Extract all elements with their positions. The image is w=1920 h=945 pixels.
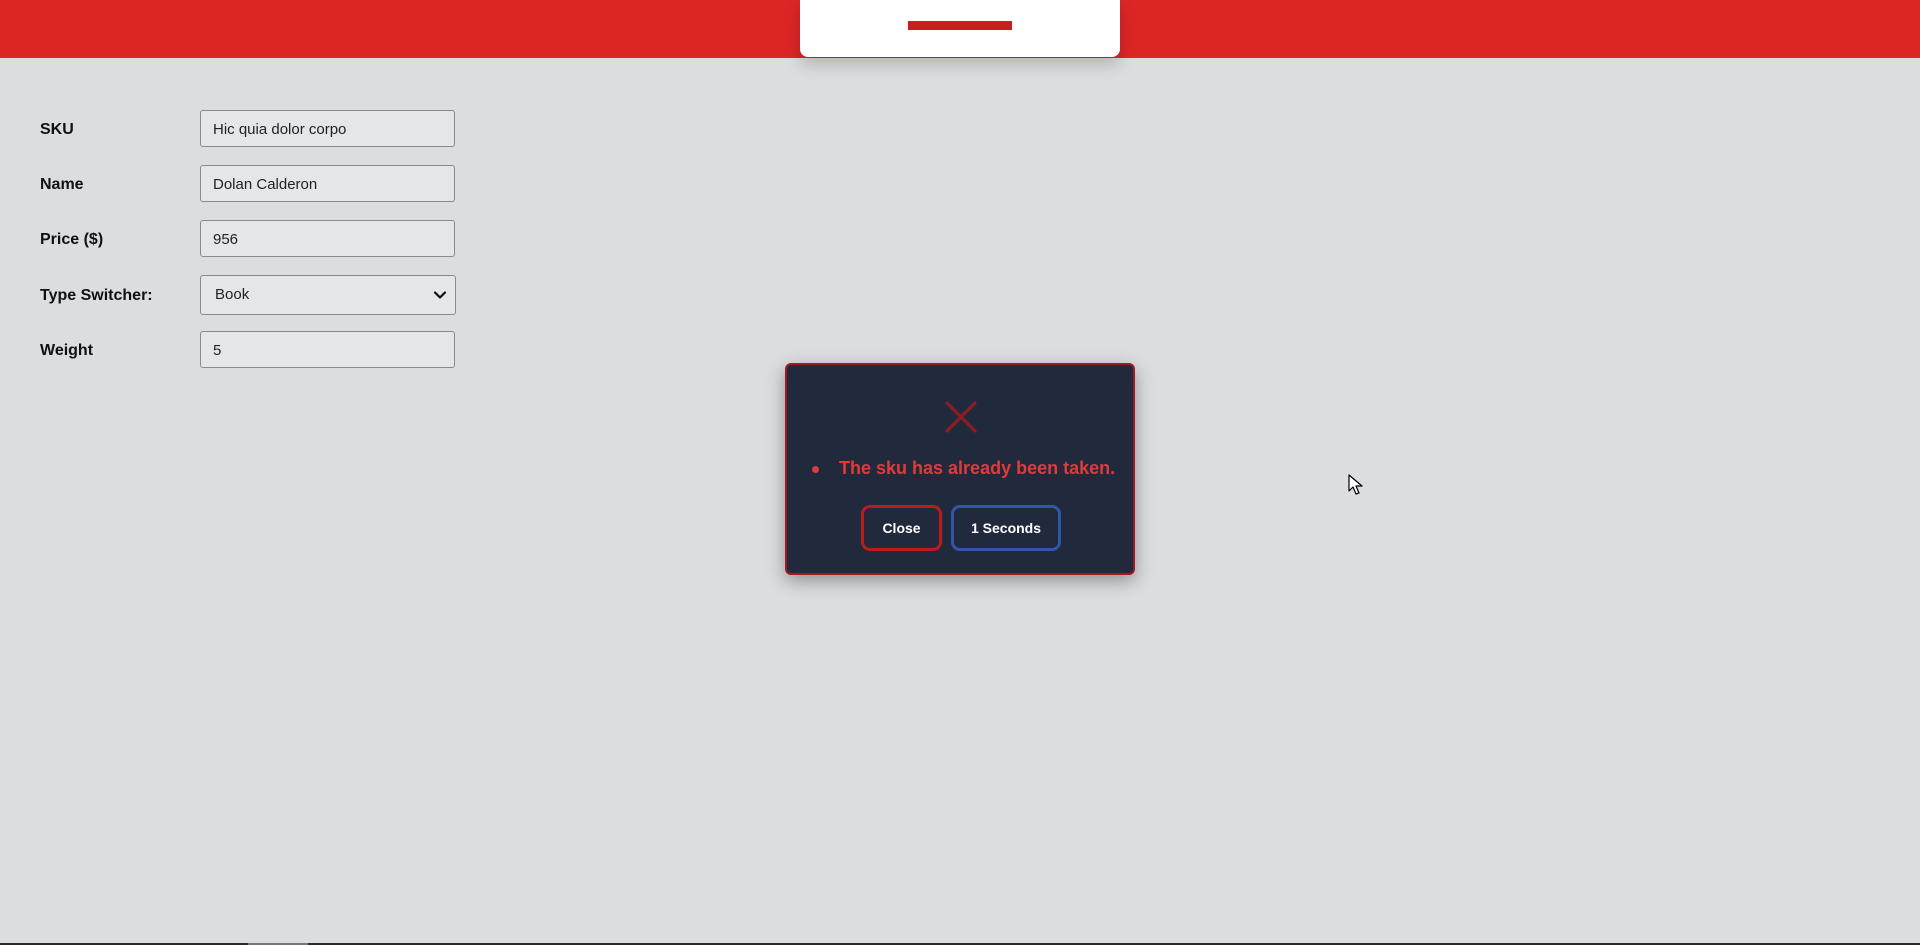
type-switcher-select[interactable]: Book: [200, 275, 456, 315]
type-switcher-label: Type Switcher:: [40, 286, 153, 304]
weight-row: Weight 5: [40, 331, 480, 370]
countdown-button[interactable]: 1 Seconds: [951, 505, 1061, 551]
mouse-cursor-icon: [1348, 474, 1363, 495]
type-switcher-value: Book: [215, 286, 250, 303]
chevron-down-icon: [433, 291, 447, 299]
name-input[interactable]: Dolan Calderon: [200, 165, 455, 202]
error-modal: The sku has already been taken. Close 1 …: [785, 363, 1135, 575]
weight-label: Weight: [40, 341, 94, 359]
type-switcher-row: Type Switcher: Book: [40, 275, 480, 316]
name-label: Name: [40, 175, 84, 193]
price-label: Price ($): [40, 230, 104, 248]
weight-input[interactable]: 5: [200, 331, 455, 368]
price-input[interactable]: 956: [200, 220, 455, 257]
header-tab-indicator: [908, 21, 1012, 30]
close-x-icon: [945, 401, 977, 433]
close-button[interactable]: Close: [861, 505, 942, 551]
error-bullet: [812, 466, 819, 473]
sku-row: SKU Hic quia dolor corpo: [40, 110, 480, 149]
sku-label: SKU: [40, 120, 74, 138]
name-row: Name Dolan Calderon: [40, 165, 480, 204]
header-tab: [800, 0, 1120, 57]
price-row: Price ($) 956: [40, 220, 480, 259]
sku-input[interactable]: Hic quia dolor corpo: [200, 110, 455, 147]
error-message: The sku has already been taken.: [839, 458, 1116, 478]
